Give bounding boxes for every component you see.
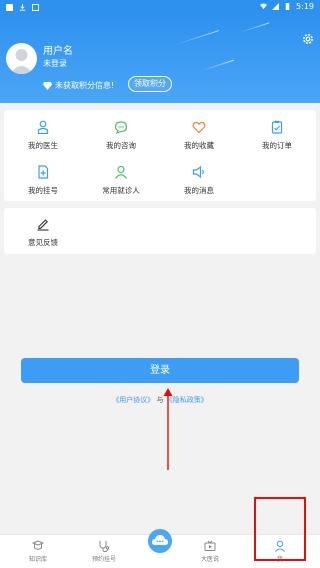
decorative-streak bbox=[175, 30, 220, 45]
menu-grid-card: 我的医生 我的咨询 我的收藏 我的订单 我的挂号 常用就诊人 我的消息 bbox=[4, 110, 316, 201]
decorative-streak bbox=[200, 59, 235, 72]
feedback-label: 意见反馈 bbox=[28, 238, 58, 247]
menu-item-my-doctor[interactable]: 我的医生 bbox=[4, 120, 82, 151]
tab-label: 知识库 bbox=[28, 556, 47, 563]
avatar[interactable] bbox=[6, 43, 37, 74]
status-bar: 5:19 bbox=[0, 0, 320, 15]
wifi-icon bbox=[260, 3, 268, 10]
chat-icon bbox=[114, 121, 128, 134]
diamond-icon bbox=[43, 81, 52, 90]
notification-icon bbox=[6, 4, 13, 11]
app-icon bbox=[32, 4, 39, 11]
login-button[interactable]: 登录 bbox=[21, 358, 299, 383]
points-info: 未获取积分信息! bbox=[43, 80, 114, 91]
menu-label: 我的咨询 bbox=[106, 141, 136, 150]
tv-icon bbox=[204, 540, 216, 551]
heart-icon bbox=[192, 121, 206, 134]
menu-item-my-consult[interactable]: 我的咨询 bbox=[82, 120, 160, 151]
settings-gear-icon[interactable] bbox=[302, 33, 314, 45]
tab-knowledge[interactable]: 知识库 bbox=[6, 540, 70, 563]
menu-label: 我的挂号 bbox=[28, 186, 58, 195]
download-icon bbox=[19, 4, 26, 11]
edit-icon bbox=[37, 219, 49, 231]
book-icon bbox=[32, 540, 44, 550]
battery-icon bbox=[285, 3, 290, 10]
menu-item-feedback[interactable]: 意见反馈 bbox=[4, 217, 82, 248]
username[interactable]: 用户名 bbox=[43, 42, 73, 57]
menu-item-my-messages[interactable]: 我的消息 bbox=[160, 165, 238, 196]
menu-label: 我的收藏 bbox=[184, 141, 214, 150]
menu-label: 常用就诊人 bbox=[102, 186, 140, 195]
register-icon bbox=[38, 165, 49, 179]
speaker-icon bbox=[192, 165, 204, 179]
order-icon bbox=[271, 120, 283, 134]
menu-label: 我的医生 bbox=[28, 141, 58, 150]
menu-label: 我的订单 bbox=[262, 141, 292, 150]
user-agreement-link[interactable]: 《用户协议》 bbox=[112, 396, 154, 404]
avatar-icon bbox=[10, 49, 33, 74]
points-text: 未获取积分信息! bbox=[55, 81, 115, 90]
tab-center-button[interactable] bbox=[148, 529, 172, 553]
menu-item-my-favorites[interactable]: 我的收藏 bbox=[160, 120, 238, 151]
annotation-highlight-box bbox=[254, 497, 306, 561]
stethoscope-icon bbox=[99, 541, 110, 552]
tab-label: 预约挂号 bbox=[91, 556, 116, 563]
decorative-streak bbox=[240, 22, 270, 33]
tab-appointment[interactable]: 预约挂号 bbox=[72, 540, 136, 563]
patient-icon bbox=[115, 165, 127, 179]
login-state: 未登录 bbox=[43, 59, 67, 68]
tab-doctor-talk[interactable]: 大医说 bbox=[178, 540, 242, 563]
doctor-icon bbox=[37, 120, 49, 134]
agreement-text: 《用户协议》 与 《隐私政策》 bbox=[0, 395, 320, 405]
menu-item-my-registration[interactable]: 我的挂号 bbox=[4, 165, 82, 196]
annotation-arrow-icon bbox=[163, 388, 173, 470]
profile-header: 用户名 未登录 未获取积分信息! 领取积分 bbox=[0, 15, 320, 103]
claim-points-button[interactable]: 领取积分 bbox=[128, 76, 172, 92]
tab-label: 大医说 bbox=[200, 556, 219, 563]
menu-item-frequent-patients[interactable]: 常用就诊人 bbox=[82, 165, 160, 196]
status-time: 5:19 bbox=[296, 2, 314, 11]
cloud-chat-icon bbox=[152, 535, 168, 545]
menu-item-my-orders[interactable]: 我的订单 bbox=[238, 120, 316, 151]
menu-label: 我的消息 bbox=[184, 186, 214, 195]
signal-icon bbox=[272, 3, 280, 10]
feedback-card: 意见反馈 bbox=[4, 208, 316, 254]
